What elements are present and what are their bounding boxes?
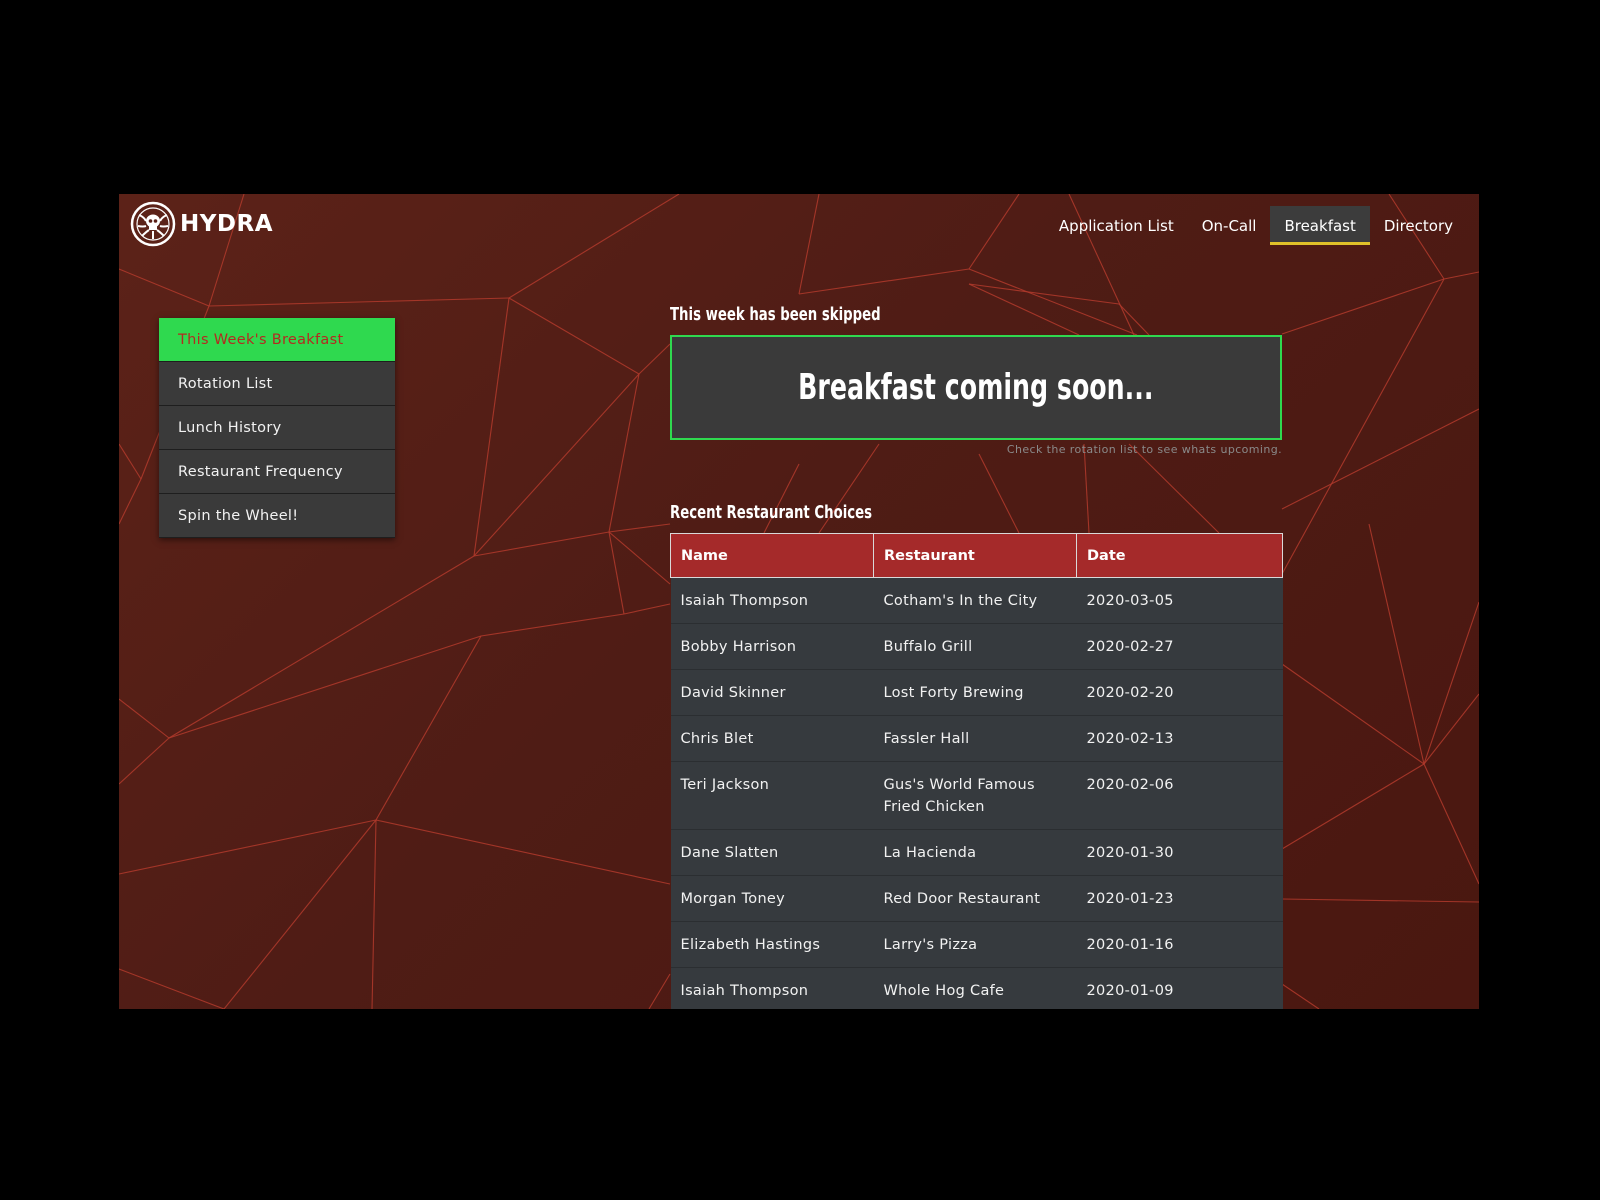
breakfast-status-card: Breakfast coming soon... <box>670 335 1282 440</box>
column-header-date[interactable]: Date <box>1076 533 1283 578</box>
cell-restaurant: Whole Hog Cafe <box>873 967 1077 1009</box>
cell-date: 2020-02-06 <box>1076 761 1283 830</box>
sidebar-menu: This Week's Breakfast Rotation List Lunc… <box>159 318 395 538</box>
cell-restaurant: La Hacienda <box>873 829 1077 876</box>
breakfast-message: Breakfast coming soon... <box>798 367 1154 408</box>
recent-choices-table: Name Restaurant Date Isaiah Thompson Cot… <box>670 533 1283 1009</box>
cell-name: Elizabeth Hastings <box>670 921 874 968</box>
sidebar-item-this-weeks-breakfast[interactable]: This Week's Breakfast <box>159 318 395 362</box>
cell-name: David Skinner <box>670 669 874 716</box>
table-row: Morgan Toney Red Door Restaurant 2020-01… <box>670 875 1283 922</box>
cell-name: Chris Blet <box>670 715 874 762</box>
cell-date: 2020-02-13 <box>1076 715 1283 762</box>
recent-choices-heading: Recent Restaurant Choices <box>670 502 873 523</box>
nav-directory[interactable]: Directory <box>1370 206 1467 245</box>
table-row: Bobby Harrison Buffalo Grill 2020-02-27 <box>670 623 1283 670</box>
table-row: Isaiah Thompson Cotham's In the City 202… <box>670 577 1283 624</box>
table-row: Chris Blet Fassler Hall 2020-02-13 <box>670 715 1283 762</box>
cell-date: 2020-01-09 <box>1076 967 1283 1009</box>
rotation-hint: Check the rotation list to see whats upc… <box>1006 443 1282 456</box>
table-row: Teri Jackson Gus's World Famous Fried Ch… <box>670 761 1283 830</box>
column-header-name[interactable]: Name <box>670 533 874 578</box>
cell-restaurant: Cotham's In the City <box>873 577 1077 624</box>
cell-restaurant: Fassler Hall <box>873 715 1077 762</box>
brand-logo[interactable]: HYDRA <box>130 201 273 247</box>
cell-date: 2020-01-30 <box>1076 829 1283 876</box>
table-row: Dane Slatten La Hacienda 2020-01-30 <box>670 829 1283 876</box>
sidebar-item-lunch-history[interactable]: Lunch History <box>159 406 395 450</box>
brand-name: HYDRA <box>180 211 274 237</box>
table-row: Elizabeth Hastings Larry's Pizza 2020-01… <box>670 921 1283 968</box>
status-heading: This week has been skipped <box>670 304 881 325</box>
column-header-restaurant[interactable]: Restaurant <box>873 533 1077 578</box>
top-navigation: Application List On-Call Breakfast Direc… <box>1045 206 1467 245</box>
cell-name: Bobby Harrison <box>670 623 874 670</box>
cell-date: 2020-02-20 <box>1076 669 1283 716</box>
cell-date: 2020-01-23 <box>1076 875 1283 922</box>
sidebar-item-spin-the-wheel[interactable]: Spin the Wheel! <box>159 494 395 538</box>
cell-name: Dane Slatten <box>670 829 874 876</box>
cell-date: 2020-03-05 <box>1076 577 1283 624</box>
nav-on-call[interactable]: On-Call <box>1188 206 1271 245</box>
app-window: HYDRA Application List On-Call Breakfast… <box>119 194 1479 1009</box>
table-row: Isaiah Thompson Whole Hog Cafe 2020-01-0… <box>670 967 1283 1009</box>
cell-name: Teri Jackson <box>670 761 874 830</box>
cell-restaurant: Red Door Restaurant <box>873 875 1077 922</box>
cell-date: 2020-01-16 <box>1076 921 1283 968</box>
nav-breakfast[interactable]: Breakfast <box>1270 206 1370 245</box>
table-header-row: Name Restaurant Date <box>670 533 1283 578</box>
sidebar-item-restaurant-frequency[interactable]: Restaurant Frequency <box>159 450 395 494</box>
nav-application-list[interactable]: Application List <box>1045 206 1188 245</box>
cell-name: Isaiah Thompson <box>670 577 874 624</box>
cell-restaurant: Gus's World Famous Fried Chicken <box>873 761 1077 830</box>
table-row: David Skinner Lost Forty Brewing 2020-02… <box>670 669 1283 716</box>
hydra-skull-icon <box>130 201 176 247</box>
cell-restaurant: Lost Forty Brewing <box>873 669 1077 716</box>
cell-date: 2020-02-27 <box>1076 623 1283 670</box>
cell-name: Morgan Toney <box>670 875 874 922</box>
cell-name: Isaiah Thompson <box>670 967 874 1009</box>
cell-restaurant: Buffalo Grill <box>873 623 1077 670</box>
cell-restaurant: Larry's Pizza <box>873 921 1077 968</box>
sidebar-item-rotation-list[interactable]: Rotation List <box>159 362 395 406</box>
